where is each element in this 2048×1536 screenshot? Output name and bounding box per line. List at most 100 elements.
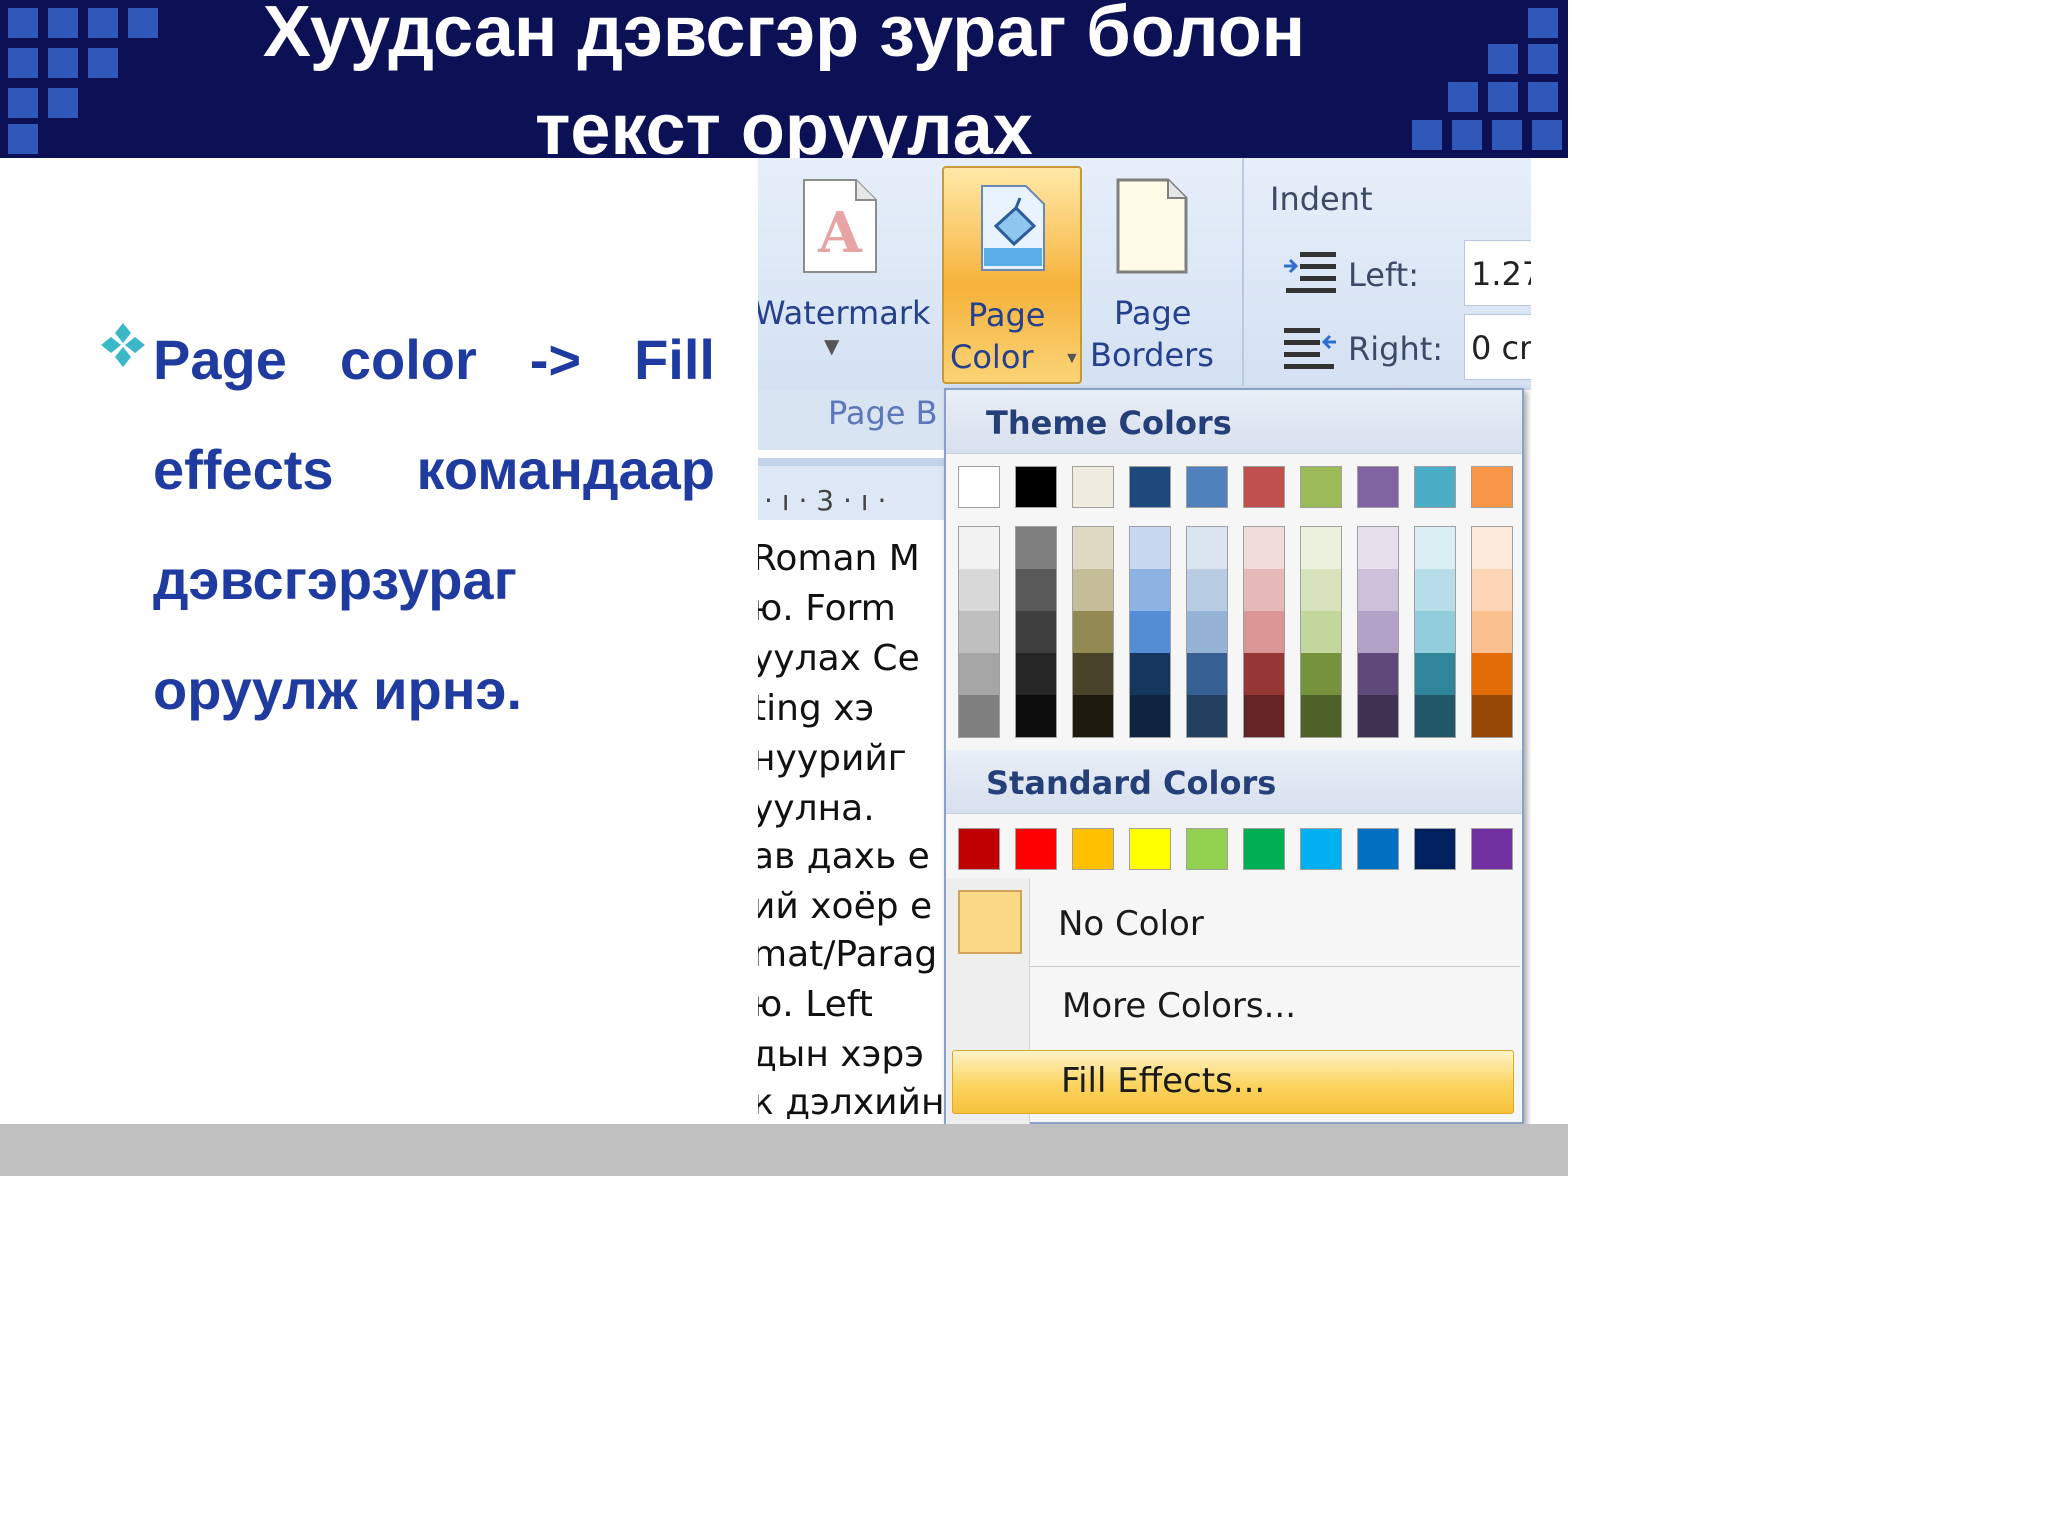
theme-shade-swatch[interactable]	[1016, 569, 1056, 611]
theme-shade-swatch[interactable]	[1073, 695, 1113, 737]
theme-shade-swatch[interactable]	[1472, 611, 1512, 653]
theme-color-swatch[interactable]	[1414, 466, 1456, 508]
theme-shade-swatch[interactable]	[1016, 611, 1056, 653]
more-colors-item[interactable]: More Colors...	[1062, 986, 1296, 1026]
menu-separator	[1030, 966, 1520, 967]
theme-shade-swatch[interactable]	[1130, 653, 1170, 695]
theme-shade-swatch[interactable]	[1415, 653, 1455, 695]
page-color-button[interactable]: Page Color ▼	[942, 166, 1082, 384]
bullet-line: оруулж ирнэ.	[153, 635, 715, 745]
diamond-bullet-icon	[101, 323, 145, 367]
theme-color-swatch[interactable]	[1186, 466, 1228, 508]
indent-left-input[interactable]: 1.27	[1464, 240, 1531, 306]
theme-shade-swatch[interactable]	[959, 695, 999, 737]
theme-shade-swatch[interactable]	[1472, 527, 1512, 569]
theme-color-swatch[interactable]	[1015, 466, 1057, 508]
theme-shade-swatch[interactable]	[1358, 611, 1398, 653]
standard-color-swatch[interactable]	[1300, 828, 1342, 870]
no-color-item[interactable]: No Color	[1058, 904, 1204, 944]
theme-color-swatch[interactable]	[1129, 466, 1171, 508]
theme-shade-swatch[interactable]	[1301, 695, 1341, 737]
theme-shade-swatch[interactable]	[1415, 569, 1455, 611]
standard-color-swatch[interactable]	[1243, 828, 1285, 870]
indent-right-label: Right:	[1348, 330, 1444, 368]
standard-color-swatch[interactable]	[1015, 828, 1057, 870]
theme-shade-swatch[interactable]	[1415, 527, 1455, 569]
document-line: ting хэ	[758, 688, 875, 729]
theme-shade-swatch[interactable]	[1415, 695, 1455, 737]
page-borders-label-1[interactable]: Page	[1114, 294, 1191, 332]
document-line: уулах Се	[758, 638, 920, 679]
theme-shade-swatch[interactable]	[1187, 611, 1227, 653]
theme-shade-swatch[interactable]	[1358, 695, 1398, 737]
indent-left-icon	[1284, 252, 1336, 293]
page-color-dropdown: Theme Colors Standard Colors No Color Mo…	[944, 388, 1524, 1124]
theme-shade-swatch[interactable]	[1073, 653, 1113, 695]
standard-color-swatch[interactable]	[958, 828, 1000, 870]
theme-shade-swatch[interactable]	[1301, 611, 1341, 653]
theme-shade-swatch[interactable]	[1244, 527, 1284, 569]
standard-color-swatch[interactable]	[1357, 828, 1399, 870]
theme-shade-swatch[interactable]	[1187, 569, 1227, 611]
standard-color-swatch[interactable]	[1414, 828, 1456, 870]
theme-shade-swatch[interactable]	[1415, 611, 1455, 653]
theme-shade-swatch[interactable]	[1301, 569, 1341, 611]
standard-color-swatch[interactable]	[1072, 828, 1114, 870]
theme-shade-swatch[interactable]	[1187, 695, 1227, 737]
bullet-line: Page color -> Fill	[153, 305, 715, 415]
theme-shade-swatch[interactable]	[1244, 611, 1284, 653]
theme-shade-swatch[interactable]	[959, 653, 999, 695]
standard-color-swatch[interactable]	[1471, 828, 1513, 870]
page-color-label-2: Color	[950, 338, 1034, 376]
theme-shade-swatch[interactable]	[1472, 653, 1512, 695]
theme-shade-swatch[interactable]	[1130, 569, 1170, 611]
theme-shade-swatch[interactable]	[1472, 569, 1512, 611]
theme-color-swatch[interactable]	[958, 466, 1000, 508]
theme-shade-swatch[interactable]	[1187, 653, 1227, 695]
standard-color-swatch[interactable]	[1129, 828, 1171, 870]
theme-shade-swatch[interactable]	[1358, 653, 1398, 695]
page-borders-label-2[interactable]: Borders	[1090, 336, 1214, 374]
bullet-word: дэвсгэрзураг	[153, 548, 517, 611]
theme-shade-swatch[interactable]	[1130, 695, 1170, 737]
theme-colors-header: Theme Colors	[946, 390, 1522, 454]
theme-color-swatch[interactable]	[1072, 466, 1114, 508]
theme-shade-swatch[interactable]	[1187, 527, 1227, 569]
theme-shade-swatch[interactable]	[1244, 569, 1284, 611]
theme-shade-swatch[interactable]	[1244, 695, 1284, 737]
theme-shade-swatch[interactable]	[1301, 527, 1341, 569]
theme-shade-swatch[interactable]	[959, 611, 999, 653]
indent-right-value: 0 cm	[1471, 329, 1531, 367]
theme-color-swatch[interactable]	[1243, 466, 1285, 508]
theme-color-swatch[interactable]	[1357, 466, 1399, 508]
theme-shade-column	[1186, 526, 1228, 738]
theme-shade-swatch[interactable]	[1073, 527, 1113, 569]
theme-shade-swatch[interactable]	[1244, 653, 1284, 695]
theme-shade-swatch[interactable]	[1472, 695, 1512, 737]
theme-shade-swatch[interactable]	[1016, 695, 1056, 737]
indent-right-input[interactable]: 0 cm	[1464, 314, 1531, 380]
indent-label: Indent	[1270, 180, 1373, 218]
theme-shade-swatch[interactable]	[1358, 527, 1398, 569]
theme-color-swatch[interactable]	[1300, 466, 1342, 508]
bullet-word: effects	[153, 438, 334, 501]
fill-effects-item[interactable]: Fill Effects...	[952, 1050, 1514, 1114]
theme-shade-swatch[interactable]	[1073, 611, 1113, 653]
document-line: mat/Parag	[758, 934, 938, 975]
theme-shade-swatch[interactable]	[1016, 653, 1056, 695]
bullet-word: командаар	[416, 438, 715, 501]
theme-shade-swatch[interactable]	[1130, 611, 1170, 653]
theme-shade-swatch[interactable]	[1130, 527, 1170, 569]
theme-shade-swatch[interactable]	[1301, 653, 1341, 695]
theme-shade-swatch[interactable]	[1016, 527, 1056, 569]
standard-color-swatch[interactable]	[1186, 828, 1228, 870]
watermark-button[interactable]: Watermark	[758, 294, 931, 332]
theme-shade-column	[1357, 526, 1399, 738]
bullet-word: color	[339, 328, 477, 391]
theme-color-swatch[interactable]	[1471, 466, 1513, 508]
theme-shade-swatch[interactable]	[1358, 569, 1398, 611]
theme-shade-column	[1471, 526, 1513, 738]
theme-shade-swatch[interactable]	[1073, 569, 1113, 611]
theme-shade-swatch[interactable]	[959, 527, 999, 569]
theme-shade-swatch[interactable]	[959, 569, 999, 611]
